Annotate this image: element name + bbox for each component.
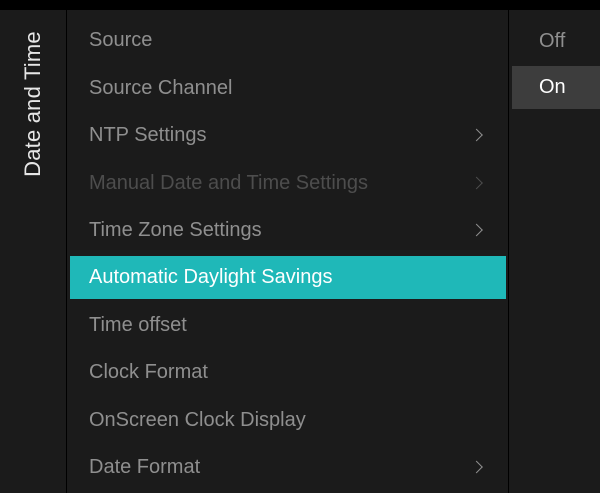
menu-item-label: Manual Date and Time Settings xyxy=(89,171,369,194)
section-title: Date and Time xyxy=(20,31,45,177)
menu-item-automatic-daylight-savings[interactable]: Automatic Daylight Savings xyxy=(70,256,506,299)
chevron-right-icon xyxy=(470,460,483,474)
menu-item-manual-date-time: Manual Date and Time Settings xyxy=(70,163,506,203)
menu-item-ntp-settings[interactable]: NTP Settings xyxy=(70,115,506,155)
menu-item-date-format[interactable]: Date Format xyxy=(70,447,506,487)
menu-item-source-channel[interactable]: Source Channel xyxy=(70,68,506,108)
menu-item-label: Source xyxy=(89,28,153,51)
menu-item-label: Time Zone Settings xyxy=(89,218,262,241)
option-label: On xyxy=(539,76,566,98)
menu-item-label: Date Format xyxy=(89,455,201,478)
menu-item-label: Automatic Daylight Savings xyxy=(89,266,333,288)
menu-item-label: Source Channel xyxy=(89,76,233,99)
menu-item-time-zone-settings[interactable]: Time Zone Settings xyxy=(70,210,506,250)
option-off[interactable]: Off xyxy=(512,21,600,61)
menu-item-time-offset[interactable]: Time offset xyxy=(70,305,506,345)
menu-item-label: NTP Settings xyxy=(89,123,207,146)
menu-item-onscreen-clock-display[interactable]: OnScreen Clock Display xyxy=(70,400,506,440)
option-on[interactable]: On xyxy=(512,66,600,109)
menu-item-label: Clock Format xyxy=(89,360,208,383)
option-label: Off xyxy=(539,29,566,52)
menu-item-clock-format[interactable]: Clock Format xyxy=(70,352,506,392)
chevron-right-icon xyxy=(470,128,483,142)
menu-item-source[interactable]: Source xyxy=(70,20,506,60)
menu-item-label: OnScreen Clock Display xyxy=(89,408,306,431)
tv-settings-screen: Date and Time Source Source Channel NTP … xyxy=(0,0,600,493)
chevron-right-icon xyxy=(470,223,483,237)
chevron-right-icon xyxy=(470,176,483,190)
menu-item-label: Time offset xyxy=(89,313,187,336)
